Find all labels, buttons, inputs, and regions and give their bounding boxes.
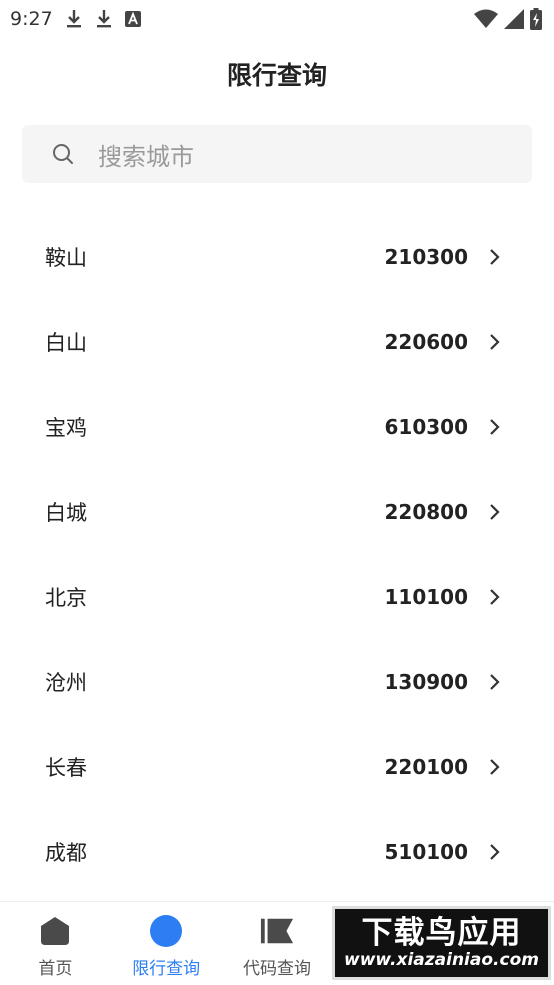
download-icon [96, 10, 111, 28]
city-row[interactable]: 沧州 130900 [0, 639, 554, 724]
city-name: 宝鸡 [45, 415, 87, 440]
city-name: 成都 [45, 840, 87, 865]
chevron-right-icon [490, 418, 500, 435]
circle-icon [149, 914, 183, 948]
chevron-right-icon [490, 843, 500, 860]
tab-label: 首页 [38, 959, 73, 979]
page-title: 限行查询 [226, 61, 327, 90]
city-code: 130900 [384, 669, 469, 694]
city-row[interactable]: 白山 220600 [0, 299, 554, 384]
home-icon [38, 914, 72, 948]
tab-code-query[interactable]: 代码查询 [222, 902, 333, 985]
city-code: 220600 [384, 329, 469, 354]
city-row[interactable]: 鞍山 210300 [0, 214, 554, 299]
city-name: 白城 [45, 500, 87, 525]
tab-label: 限行查询 [132, 959, 201, 979]
city-name: 长春 [45, 755, 87, 780]
city-list: 鞍山 210300 白山 220600 宝鸡 610300 白城 220800 … [0, 214, 554, 894]
font-a-icon [124, 11, 141, 27]
city-name: 北京 [45, 585, 87, 610]
wifi-icon [474, 9, 498, 28]
city-name: 鞍山 [45, 245, 87, 270]
search-input[interactable]: 搜索城市 [22, 125, 532, 183]
tab-label: 代码查询 [242, 959, 311, 979]
download-icon [66, 10, 81, 28]
city-code: 110100 [384, 584, 469, 609]
watermark-logo: 下载鸟应用 www.xiazainiao.com [332, 906, 551, 980]
chevron-right-icon [490, 333, 500, 350]
chevron-right-icon [490, 673, 500, 690]
city-row[interactable]: 长春 220100 [0, 724, 554, 809]
city-name: 沧州 [45, 670, 87, 695]
chevron-right-icon [490, 503, 500, 520]
city-code: 510100 [384, 839, 469, 864]
chevron-right-icon [490, 588, 500, 605]
status-time: 9:27 [10, 8, 53, 30]
watermark-url: www.xiazainiao.com [344, 950, 539, 970]
watermark-title: 下载鸟应用 [361, 915, 522, 951]
flag-icon [260, 914, 294, 948]
chevron-right-icon [490, 248, 500, 265]
city-code: 220800 [384, 499, 469, 524]
tab-restriction-query[interactable]: 限行查询 [111, 902, 222, 985]
city-row[interactable]: 北京 110100 [0, 554, 554, 639]
city-code: 220100 [384, 754, 469, 779]
city-row[interactable]: 成都 510100 [0, 809, 554, 894]
tab-home[interactable]: 首页 [0, 902, 111, 985]
city-code: 210300 [384, 244, 469, 269]
city-row[interactable]: 宝鸡 610300 [0, 384, 554, 469]
search-placeholder: 搜索城市 [98, 142, 194, 171]
cell-signal-icon [504, 9, 524, 29]
city-row[interactable]: 白城 220800 [0, 469, 554, 554]
city-code: 610300 [384, 414, 469, 439]
city-name: 白山 [45, 330, 87, 355]
status-bar: 9:27 [0, 0, 554, 38]
search-icon [53, 144, 73, 164]
chevron-right-icon [490, 758, 500, 775]
battery-charging-icon [530, 8, 542, 30]
